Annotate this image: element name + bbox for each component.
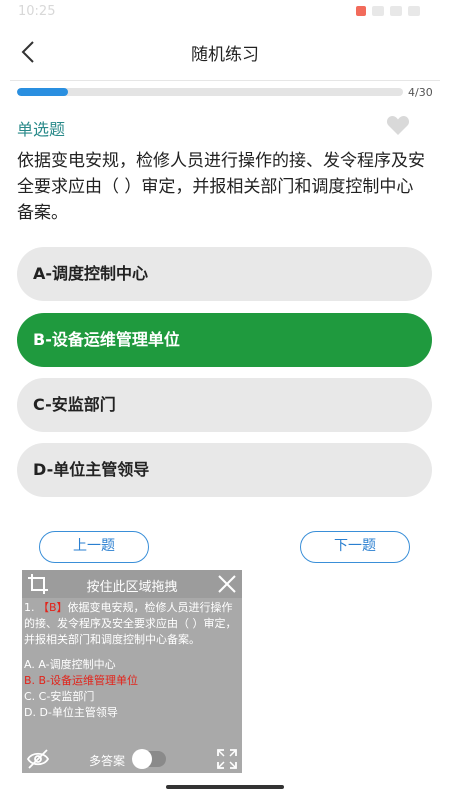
wifi-icon — [372, 6, 384, 16]
status-bar: 10:25 — [0, 0, 450, 26]
drag-handle[interactable]: 按住此区域拖拽 — [22, 570, 242, 598]
signal-icon — [390, 6, 402, 16]
option-label: B-设备运维管理单位 — [33, 330, 180, 349]
option-c[interactable]: C-安监部门 — [17, 378, 432, 432]
page-title: 随机练习 — [191, 45, 259, 65]
floating-question-number: 1. — [24, 601, 38, 614]
floating-option-d: D. D-单位主管领导 — [24, 706, 118, 719]
option-label: D-单位主管领导 — [33, 460, 150, 479]
progress-fill — [17, 88, 69, 96]
floating-answer-panel[interactable]: 按住此区域拖拽 1. 【B】依据变电安规，检修人员进行操作的接、发令程序及安全要… — [22, 570, 242, 773]
close-icon — [218, 575, 236, 593]
option-a[interactable]: A-调度控制中心 — [17, 247, 432, 301]
multi-answer-toggle[interactable] — [132, 749, 166, 769]
status-time: 10:25 — [18, 4, 56, 19]
eye-off-icon — [26, 749, 50, 769]
floating-option-b: B. B-设备运维管理单位 — [24, 674, 139, 687]
favorite-button[interactable] — [386, 114, 410, 136]
option-d[interactable]: D-单位主管领导 — [17, 443, 432, 497]
option-b[interactable]: B-设备运维管理单位 — [17, 313, 432, 367]
floating-option-a: A. A-调度控制中心 — [24, 658, 116, 671]
floating-option-c: C. C-安监部门 — [24, 690, 95, 703]
next-question-button[interactable]: 下一题 — [300, 531, 410, 563]
home-indicator[interactable] — [166, 785, 284, 789]
close-button[interactable] — [216, 573, 238, 595]
prev-question-button[interactable]: 上一题 — [39, 531, 149, 563]
battery-icon — [408, 6, 420, 16]
option-label: C-安监部门 — [33, 395, 116, 414]
progress-bar — [17, 88, 403, 96]
header: 随机练习 — [0, 26, 450, 78]
toggle-knob — [132, 749, 152, 769]
progress-count: 4/30 — [408, 86, 433, 99]
notification-icon — [356, 6, 366, 16]
header-divider — [10, 80, 440, 81]
question-text: 依据变电安规，检修人员进行操作的接、发令程序及安全要求应由（ ）审定，并报相关部… — [17, 151, 425, 223]
floating-answer-tag: 【B】 — [38, 601, 68, 614]
expand-button[interactable] — [216, 748, 238, 770]
drag-hint: 按住此区域拖拽 — [86, 580, 178, 595]
expand-icon — [217, 749, 237, 769]
floating-question: 1. 【B】依据变电安规，检修人员进行操作的接、发令程序及安全要求应由（ ）审定… — [24, 600, 240, 648]
status-icons — [356, 6, 420, 16]
visibility-toggle[interactable] — [26, 748, 50, 770]
heart-icon — [386, 115, 410, 135]
option-label: A-调度控制中心 — [33, 264, 149, 283]
multi-answer-label: 多答案 — [89, 754, 126, 768]
question-type: 单选题 — [17, 120, 66, 139]
